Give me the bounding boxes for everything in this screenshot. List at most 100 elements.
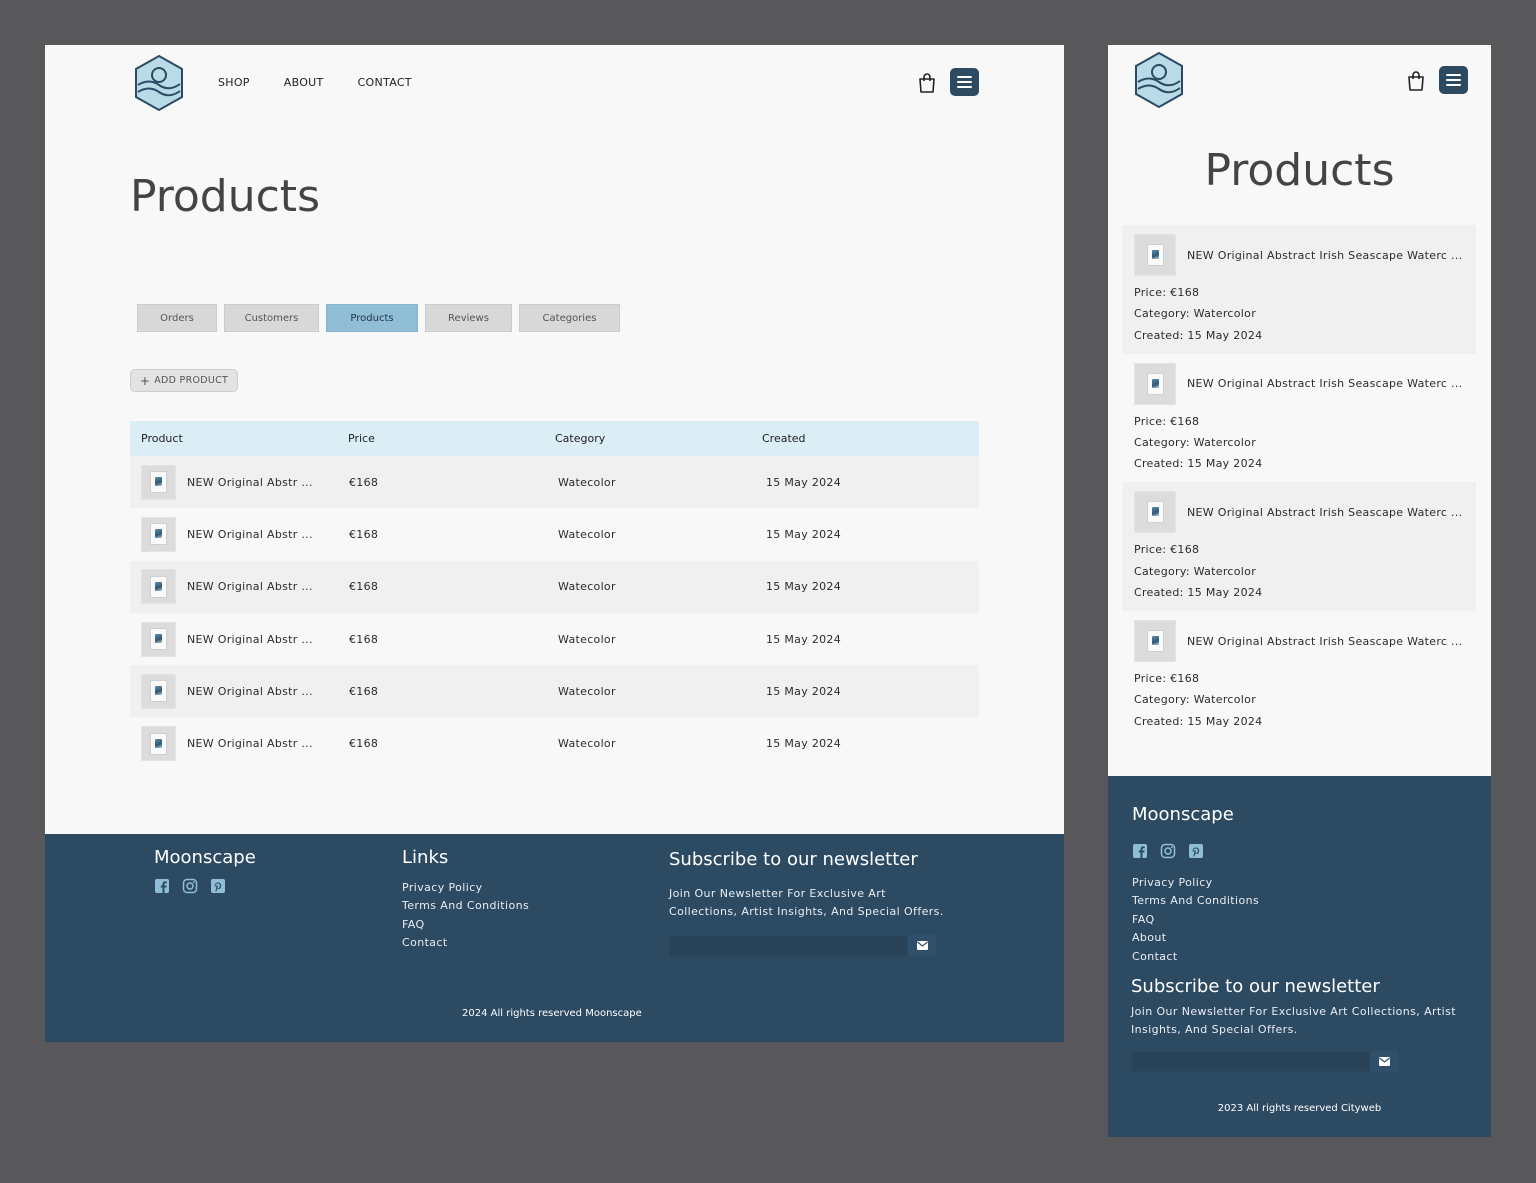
- tab-products[interactable]: Products: [326, 304, 418, 332]
- footer-link-contact[interactable]: Contact: [1132, 948, 1259, 966]
- facebook-icon[interactable]: [1132, 843, 1148, 859]
- footer-link-about[interactable]: About: [1132, 929, 1259, 947]
- page-title: Products: [1204, 145, 1395, 196]
- product-card-list: NEW Original Abstract Irish Seascape Wat…: [1122, 225, 1476, 740]
- product-card[interactable]: NEW Original Abstract Irish Seascape Wat…: [1122, 611, 1476, 740]
- footer-link-faq[interactable]: FAQ: [1132, 911, 1259, 929]
- newsletter-text: Join Our Newsletter For Exclusive Art Co…: [1131, 1005, 1456, 1037]
- instagram-icon[interactable]: [182, 878, 198, 894]
- page-title: Products: [130, 171, 320, 222]
- product-card[interactable]: NEW Original Abstract Irish Seascape Wat…: [1122, 353, 1476, 483]
- product-thumbnail: [141, 569, 176, 605]
- logo-icon[interactable]: [1133, 51, 1185, 109]
- table-row[interactable]: NEW Original Abstr ... €168 Watecolor 15…: [130, 612, 979, 666]
- newsletter-form: [1131, 1051, 1398, 1072]
- product-card[interactable]: NEW Original Abstract Irish Seascape Wat…: [1122, 482, 1476, 612]
- product-thumbnail: [1134, 362, 1176, 405]
- tab-orders[interactable]: Orders: [137, 304, 217, 332]
- product-price: Price: €168: [1134, 543, 1200, 557]
- admin-tabs: Orders Customers Products Reviews Catego…: [137, 304, 620, 332]
- nav-link-shop[interactable]: SHOP: [218, 76, 250, 89]
- envelope-icon: [916, 941, 928, 950]
- footer-links-title: Links: [402, 847, 449, 868]
- product-thumbnail: [141, 621, 176, 657]
- footer-brand: Moonscape: [1132, 804, 1234, 825]
- product-name: NEW Original Abstract Irish Seascape Wat…: [1187, 377, 1463, 391]
- product-created: 15 May 2024: [766, 475, 842, 489]
- footer-link-contact[interactable]: Contact: [402, 934, 529, 952]
- newsletter-title: Subscribe to our newsletter: [669, 849, 918, 870]
- product-thumbnail: [1134, 491, 1176, 534]
- product-thumbnail: [1134, 234, 1176, 276]
- newsletter-form: [669, 935, 936, 956]
- newsletter-email-input[interactable]: [669, 935, 908, 956]
- newsletter-email-input[interactable]: [1131, 1051, 1370, 1072]
- header-product[interactable]: Product: [130, 432, 337, 445]
- product-card[interactable]: NEW Original Abstract Irish Seascape Wat…: [1122, 225, 1476, 354]
- shopping-bag-icon[interactable]: [1407, 70, 1425, 92]
- table-row[interactable]: NEW Original Abstr ... €168 Watecolor 15…: [130, 717, 979, 770]
- tab-customers[interactable]: Customers: [224, 304, 319, 332]
- copyright: 2024 All rights reserved Moonscape: [462, 1008, 642, 1019]
- logo-icon[interactable]: [133, 54, 185, 112]
- table-row[interactable]: NEW Original Abstr ... €168 Watecolor 15…: [130, 456, 979, 509]
- newsletter-submit-button[interactable]: [908, 935, 936, 956]
- product-created: Created: 15 May 2024: [1134, 585, 1263, 599]
- footer-links: Privacy Policy Terms And Conditions FAQ …: [1132, 874, 1259, 966]
- tab-reviews[interactable]: Reviews: [425, 304, 512, 332]
- plus-icon: +: [139, 373, 151, 388]
- footer-link-privacy[interactable]: Privacy Policy: [402, 879, 529, 897]
- add-product-button[interactable]: + ADD PRODUCT: [130, 369, 238, 392]
- header-price[interactable]: Price: [337, 432, 544, 445]
- footer-link-terms[interactable]: Terms And Conditions: [402, 897, 529, 915]
- shopping-bag-icon[interactable]: [918, 72, 936, 94]
- pinterest-icon[interactable]: [210, 878, 226, 894]
- add-product-label: ADD PRODUCT: [154, 375, 229, 386]
- table-header: Product Price Category Created: [130, 421, 979, 456]
- product-name: NEW Original Abstr ...: [187, 580, 313, 594]
- product-category: Watecolor: [558, 737, 616, 751]
- copyright: 2023 All rights reserved Cityweb: [1217, 1103, 1382, 1114]
- newsletter-submit-button[interactable]: [1370, 1051, 1398, 1072]
- product-price: €168: [349, 580, 379, 594]
- footer-link-faq[interactable]: FAQ: [402, 916, 529, 934]
- product-price: €168: [349, 527, 379, 541]
- product-category: Watecolor: [558, 580, 616, 594]
- header-category[interactable]: Category: [544, 432, 751, 445]
- hamburger-menu-icon[interactable]: [1439, 66, 1468, 94]
- product-name: NEW Original Abstract Irish Seascape Wat…: [1187, 248, 1463, 262]
- hamburger-menu-icon[interactable]: [950, 68, 979, 96]
- nav-link-about[interactable]: ABOUT: [284, 76, 324, 89]
- product-thumbnail: [141, 464, 176, 500]
- product-price: €168: [349, 737, 379, 751]
- product-category: Watecolor: [558, 684, 616, 698]
- tab-categories[interactable]: Categories: [519, 304, 620, 332]
- product-category: Category: Watercolor: [1134, 307, 1257, 321]
- instagram-icon[interactable]: [1160, 843, 1176, 859]
- table-row[interactable]: NEW Original Abstr ... €168 Watecolor 15…: [130, 560, 979, 613]
- product-created: Created: 15 May 2024: [1134, 457, 1263, 471]
- product-thumbnail: [141, 726, 176, 762]
- facebook-icon[interactable]: [154, 878, 170, 894]
- product-created: Created: 15 May 2024: [1134, 714, 1263, 728]
- products-table: Product Price Category Created NEW Origi…: [130, 421, 979, 770]
- header-created[interactable]: Created: [751, 432, 979, 445]
- footer-link-terms[interactable]: Terms And Conditions: [1132, 892, 1259, 910]
- product-thumbnail: [1134, 620, 1176, 663]
- table-row[interactable]: NEW Original Abstr ... €168 Watecolor 15…: [130, 665, 979, 718]
- nav-link-contact[interactable]: CONTACT: [358, 76, 412, 89]
- desktop-navbar: SHOP ABOUT CONTACT: [45, 45, 1064, 123]
- desktop-view: SHOP ABOUT CONTACT Products Orders Custo…: [45, 45, 1064, 1042]
- nav-links: SHOP ABOUT CONTACT: [218, 76, 412, 89]
- product-category: Watecolor: [558, 527, 616, 541]
- product-created: 15 May 2024: [766, 580, 842, 594]
- product-name: NEW Original Abstract Irish Seascape Wat…: [1187, 505, 1463, 519]
- footer-link-privacy[interactable]: Privacy Policy: [1132, 874, 1259, 892]
- product-thumbnail: [141, 516, 176, 552]
- product-created: Created: 15 May 2024: [1134, 328, 1263, 342]
- pinterest-icon[interactable]: [1188, 843, 1204, 859]
- table-row[interactable]: NEW Original Abstr ... €168 Watecolor 15…: [130, 508, 979, 561]
- mobile-footer: Moonscape Privacy Policy Terms And Condi…: [1108, 776, 1491, 1137]
- product-price: Price: €168: [1134, 672, 1200, 686]
- mobile-view: Products NEW Original Abstract Irish Sea…: [1108, 45, 1491, 1137]
